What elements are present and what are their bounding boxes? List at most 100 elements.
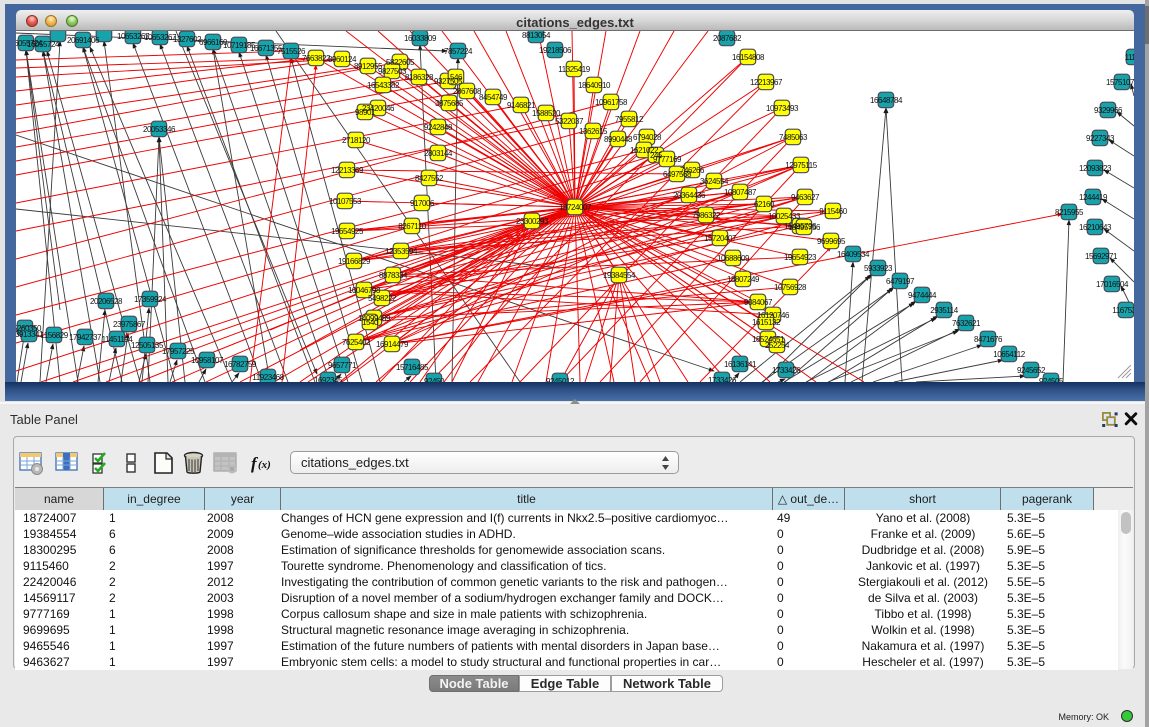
svg-text:8186328: 8186328 bbox=[405, 73, 434, 82]
svg-text:17359924: 17359924 bbox=[134, 295, 167, 304]
svg-text:5822605: 5822605 bbox=[386, 58, 415, 67]
svg-text:9245652: 9245652 bbox=[1017, 366, 1046, 375]
svg-text:19654923: 19654923 bbox=[784, 253, 817, 262]
svg-text:16033809: 16033809 bbox=[404, 34, 437, 43]
svg-text:12213369: 12213369 bbox=[331, 166, 364, 175]
svg-text:7986322: 7986322 bbox=[692, 211, 721, 220]
svg-text:20206528: 20206528 bbox=[90, 297, 123, 306]
svg-text:1615132: 1615132 bbox=[752, 318, 781, 327]
svg-text:2718120: 2718120 bbox=[342, 136, 371, 145]
svg-text:9115460: 9115460 bbox=[819, 207, 847, 216]
svg-text:20364436: 20364436 bbox=[673, 191, 706, 200]
svg-text:16154808: 16154808 bbox=[732, 53, 765, 62]
svg-text:18495756: 18495756 bbox=[788, 223, 821, 232]
svg-text:20691406: 20691406 bbox=[67, 36, 100, 45]
svg-text:8215955: 8215955 bbox=[1055, 208, 1084, 217]
svg-text:7485063: 7485063 bbox=[779, 133, 808, 142]
svg-text:16914479: 16914479 bbox=[376, 340, 409, 349]
svg-text:7663822: 7663822 bbox=[302, 54, 331, 63]
svg-text:23300293: 23300293 bbox=[516, 217, 549, 226]
svg-text:23975867: 23975867 bbox=[113, 320, 146, 329]
svg-text:7857224: 7857224 bbox=[444, 47, 473, 56]
svg-text:11451194: 11451194 bbox=[102, 335, 134, 344]
svg-text:546: 546 bbox=[450, 73, 463, 82]
svg-text:16409534: 16409534 bbox=[837, 250, 870, 259]
svg-text:10961758: 10961758 bbox=[595, 98, 628, 107]
svg-text:20053346: 20053346 bbox=[143, 125, 176, 134]
svg-text:6479197: 6479197 bbox=[886, 277, 915, 286]
svg-text:10756928: 10756928 bbox=[774, 283, 807, 292]
svg-text:7955812: 7955812 bbox=[615, 115, 644, 124]
svg-text:8960124: 8960124 bbox=[328, 55, 357, 64]
svg-text:19218506: 19218506 bbox=[539, 46, 572, 55]
svg-text:917006: 917006 bbox=[410, 199, 435, 208]
svg-text:18807249: 18807249 bbox=[727, 275, 760, 284]
svg-text:6794028: 6794028 bbox=[633, 133, 662, 142]
svg-text:2803144: 2803144 bbox=[424, 149, 453, 158]
svg-text:16782759: 16782759 bbox=[224, 360, 257, 369]
svg-text:62160: 62160 bbox=[754, 200, 775, 209]
svg-text:16136141: 16136141 bbox=[724, 360, 757, 369]
svg-text:2867608: 2867608 bbox=[453, 87, 482, 96]
svg-text:18724007: 18724007 bbox=[559, 203, 592, 212]
svg-text:10025433: 10025433 bbox=[768, 212, 801, 221]
svg-text:11923468: 11923468 bbox=[252, 373, 284, 382]
svg-text:92450: 92450 bbox=[424, 377, 445, 382]
svg-text:7632621: 7632621 bbox=[952, 319, 981, 328]
svg-text:17942737: 17942737 bbox=[69, 333, 102, 342]
svg-text:11325419: 11325419 bbox=[558, 65, 590, 74]
svg-text:1244419: 1244419 bbox=[1079, 193, 1108, 202]
svg-text:12353594: 12353594 bbox=[385, 247, 418, 256]
svg-text:8813054: 8813054 bbox=[522, 31, 551, 40]
svg-text:8427552: 8427552 bbox=[415, 174, 444, 183]
svg-text:1327602: 1327602 bbox=[173, 35, 202, 44]
svg-text:1733426: 1733426 bbox=[772, 366, 801, 375]
svg-text:19384554: 19384554 bbox=[603, 271, 636, 280]
svg-text:2935114: 2935114 bbox=[930, 306, 958, 315]
svg-text:1733426: 1733426 bbox=[708, 376, 737, 382]
svg-text:17016504: 17016504 bbox=[1096, 280, 1129, 289]
svg-text:2087682: 2087682 bbox=[713, 34, 742, 43]
svg-text:6497568: 6497568 bbox=[663, 170, 692, 179]
svg-text:12213967: 12213967 bbox=[750, 78, 783, 87]
svg-text:16210643: 16210643 bbox=[1079, 223, 1112, 232]
svg-text:10107553: 10107553 bbox=[329, 197, 362, 206]
svg-text:8267110: 8267110 bbox=[398, 222, 426, 231]
svg-text:9329966: 9329966 bbox=[1094, 106, 1123, 115]
svg-text:9699695: 9699695 bbox=[817, 237, 846, 246]
svg-text:19654925: 19654925 bbox=[331, 227, 364, 236]
svg-text:8471676: 8471676 bbox=[974, 335, 1003, 344]
svg-text:9227343: 9227343 bbox=[1086, 134, 1115, 143]
svg-text:10654112: 10654112 bbox=[993, 350, 1025, 359]
svg-text:12093823: 12093823 bbox=[1079, 164, 1112, 173]
svg-text:16543382: 16543382 bbox=[367, 81, 400, 90]
svg-text:10973493: 10973493 bbox=[766, 104, 799, 113]
svg-text:5322037: 5322037 bbox=[555, 117, 584, 126]
svg-text:10807487: 10807487 bbox=[724, 188, 757, 197]
svg-text:5933923: 5933923 bbox=[864, 264, 893, 273]
svg-text:1167533: 1167533 bbox=[1112, 306, 1134, 315]
svg-text:1156829: 1156829 bbox=[40, 331, 68, 340]
svg-text:17957225: 17957225 bbox=[162, 347, 195, 356]
svg-text:3624554: 3624554 bbox=[700, 177, 729, 186]
svg-text:12975115: 12975115 bbox=[785, 161, 817, 170]
svg-text:15720407: 15720407 bbox=[704, 234, 737, 243]
svg-text:9463627: 9463627 bbox=[791, 193, 820, 202]
svg-text:1540: 1540 bbox=[362, 318, 379, 327]
svg-text:(x): (x) bbox=[258, 459, 271, 471]
svg-text:3875685: 3875685 bbox=[435, 99, 464, 108]
svg-text:16055724: 16055724 bbox=[27, 40, 60, 49]
svg-text:8990448: 8990448 bbox=[604, 135, 633, 144]
svg-text:1692345: 1692345 bbox=[314, 376, 343, 382]
svg-text:9657771: 9657771 bbox=[328, 361, 357, 370]
svg-text:9242848: 9242848 bbox=[424, 123, 453, 132]
svg-text:16648784: 16648784 bbox=[870, 96, 903, 105]
svg-text:15692971: 15692971 bbox=[1085, 252, 1118, 261]
svg-text:9474444: 9474444 bbox=[908, 291, 937, 300]
svg-text:9827503: 9827503 bbox=[378, 67, 407, 76]
svg-text:12505135: 12505135 bbox=[131, 341, 164, 350]
svg-text:10688609: 10688609 bbox=[717, 254, 750, 263]
svg-text:252254: 252254 bbox=[765, 341, 790, 350]
svg-text:9245012: 9245012 bbox=[546, 377, 575, 382]
svg-text:7625402: 7625402 bbox=[342, 338, 371, 347]
